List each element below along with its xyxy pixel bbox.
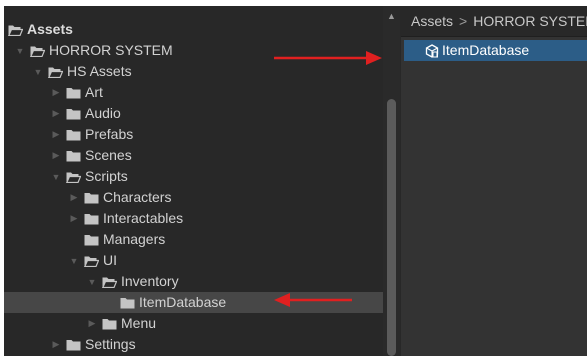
tree-row-label: Audio — [85, 105, 121, 121]
tree-row-label: HORROR SYSTEM — [49, 42, 173, 58]
folder-icon — [120, 297, 135, 309]
breadcrumb: Assets > HORROR SYSTEM — [401, 6, 587, 37]
tree-row-assets[interactable]: Assets — [4, 19, 383, 40]
red-arrow-annotation-icon — [274, 51, 382, 65]
folder-icon — [66, 108, 81, 120]
folder-open-icon — [8, 24, 23, 36]
red-arrow-annotation-icon — [274, 293, 352, 307]
scriptable-object-icon: {} — [425, 43, 439, 58]
folder-open-icon — [84, 255, 99, 267]
folder-open-icon — [48, 66, 63, 78]
tree-row-label: Characters — [103, 189, 172, 205]
tree-row-characters[interactable]: ▶ Characters — [4, 187, 383, 208]
tree-row-audio[interactable]: ▶ Audio — [4, 103, 383, 124]
tree-row-settings[interactable]: ▶ Settings — [4, 334, 383, 355]
tree-row-scripts[interactable]: ▼ Scripts — [4, 166, 383, 187]
expand-arrow-down-icon[interactable]: ▼ — [68, 250, 80, 271]
folder-icon — [66, 129, 81, 141]
tree-row-label: Settings — [85, 336, 136, 352]
expand-arrow-right-icon[interactable]: ▶ — [50, 103, 62, 124]
svg-text:{}: {} — [432, 52, 438, 58]
tree-row-label: Art — [85, 84, 103, 100]
tree-row-managers[interactable]: Managers — [4, 229, 383, 250]
tree-row-menu[interactable]: ▶ Menu — [4, 313, 383, 334]
tree-row-label: ItemDatabase — [139, 294, 227, 310]
folder-icon — [66, 150, 81, 162]
folder-icon — [66, 87, 81, 99]
tree-row-label: Inventory — [121, 273, 179, 289]
expand-arrow-right-icon[interactable]: ▶ — [68, 187, 80, 208]
expand-arrow-down-icon[interactable]: ▼ — [50, 166, 62, 187]
tree-row-label: Managers — [103, 231, 166, 247]
folder-open-icon — [102, 276, 117, 288]
scroll-up-arrow-icon[interactable]: ▲ — [383, 10, 400, 22]
expand-arrow-right-icon[interactable]: ▶ — [50, 145, 62, 166]
folder-open-icon — [66, 171, 81, 183]
tree-row-label: Prefabs — [85, 126, 134, 142]
folder-icon — [84, 213, 99, 225]
asset-item-label: ItemDatabase — [442, 42, 530, 58]
expand-arrow-down-icon[interactable]: ▼ — [32, 61, 44, 82]
tree-row-label: Scripts — [85, 168, 128, 184]
breadcrumb-assets[interactable]: Assets — [411, 13, 453, 29]
project-content-pane: Assets > HORROR SYSTEM {} ItemDatabase — [401, 6, 587, 356]
tree-row-label: HS Assets — [67, 63, 132, 79]
expand-arrow-right-icon[interactable]: ▶ — [68, 208, 80, 229]
no-arrow-spacer — [68, 229, 80, 250]
unity-project-window: Assets ▼ HORROR SYSTEM ▼ HS Assets ▶ Art ▶ Audio… — [4, 6, 587, 356]
expand-arrow-right-icon[interactable]: ▶ — [86, 313, 98, 334]
tree-row-interactables[interactable]: ▶ Interactables — [4, 208, 383, 229]
folder-icon — [66, 339, 81, 351]
folder-icon — [84, 234, 99, 246]
tree-row-label: Scenes — [85, 147, 132, 163]
expand-arrow-right-icon[interactable]: ▶ — [50, 124, 62, 145]
scrollbar-thumb[interactable] — [387, 99, 396, 356]
tree-row-scenes[interactable]: ▶ Scenes — [4, 145, 383, 166]
folder-open-icon — [30, 45, 45, 57]
expand-arrow-down-icon[interactable]: ▼ — [14, 40, 26, 61]
tree-scrollbar[interactable]: ▲ — [383, 6, 400, 356]
expand-arrow-down-icon[interactable]: ▼ — [86, 271, 98, 292]
folder-icon — [102, 318, 117, 330]
tree-row-prefabs[interactable]: ▶ Prefabs — [4, 124, 383, 145]
tree-row-label: Interactables — [103, 210, 184, 226]
tree-row-ui[interactable]: ▼ UI — [4, 250, 383, 271]
tree-row-label: UI — [103, 252, 117, 268]
folder-icon — [84, 192, 99, 204]
expand-arrow-right-icon[interactable]: ▶ — [50, 82, 62, 103]
tree-row-label: Menu — [121, 315, 157, 331]
tree-row-label: Assets — [27, 21, 73, 37]
breadcrumb-separator-icon: > — [459, 13, 468, 29]
tree-row-art[interactable]: ▶ Art — [4, 82, 383, 103]
no-arrow-spacer — [104, 292, 116, 313]
expand-arrow-right-icon[interactable]: ▶ — [50, 334, 62, 355]
tree-row-inventory[interactable]: ▼ Inventory — [4, 271, 383, 292]
asset-item-itemdatabase[interactable]: {} ItemDatabase — [404, 40, 587, 61]
breadcrumb-horror-system[interactable]: HORROR SYSTEM — [473, 13, 587, 29]
